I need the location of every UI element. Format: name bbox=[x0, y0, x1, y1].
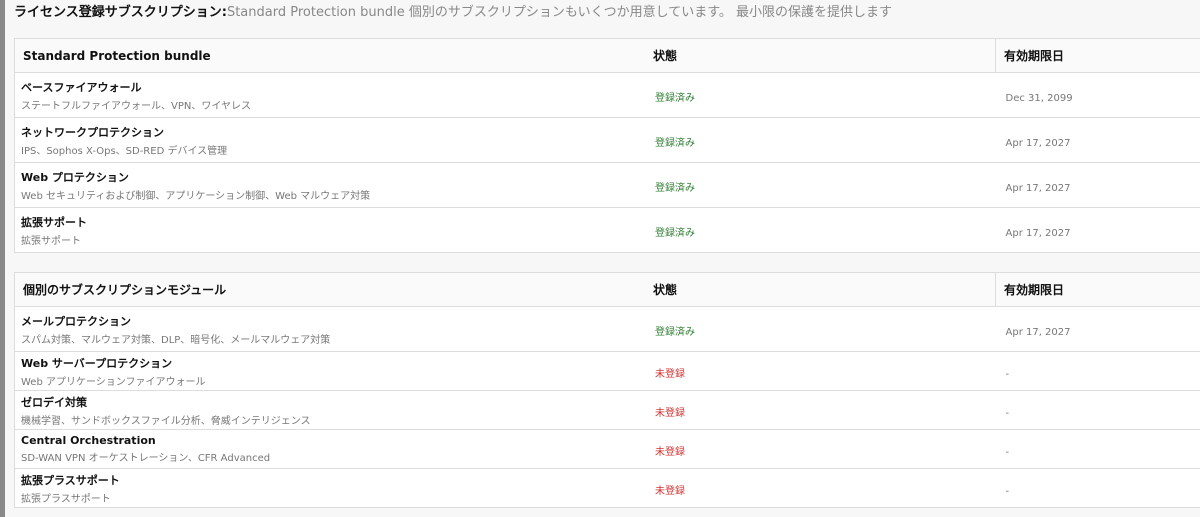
subscription-name: 拡張プラスサポート bbox=[21, 473, 120, 487]
subscription-desc: Web アプリケーションファイアウォール bbox=[21, 376, 206, 388]
subscription-desc: 機械学習、サンドボックスファイル分析、脅威インテリジェンス bbox=[21, 415, 311, 427]
bundle-table: Standard Protection bundle 状態 有効期限日 ベースフ… bbox=[14, 38, 1200, 253]
expiry-date: Apr 17, 2027 bbox=[1005, 137, 1071, 149]
subscription-desc: IPS、Sophos X-Ops、SD-RED デバイス管理 bbox=[21, 145, 228, 157]
expiry-date: - bbox=[1005, 407, 1010, 419]
subscription-name: ゼロデイ対策 bbox=[21, 395, 87, 409]
table-row: ベースファイアウォールステートフルファイアウォール、VPN、ワイヤレス 登録済み… bbox=[14, 72, 1200, 118]
subscription-name: Central Orchestration bbox=[21, 434, 156, 447]
status-text: 登録済み bbox=[655, 326, 695, 338]
status-text: 登録済み bbox=[655, 92, 695, 104]
table-row: 拡張サポート 拡張サポート 登録済み Apr 17, 2027 bbox=[14, 207, 1200, 253]
subscription-desc: 拡張プラスサポート bbox=[21, 493, 111, 505]
status-text: 未登録 bbox=[655, 485, 685, 497]
subscription-desc: 拡張サポート bbox=[21, 235, 81, 247]
page-heading: ライセンス登録サブスクリプション:Standard Protection bun… bbox=[14, 1, 892, 20]
table-row: 拡張プラスサポート 拡張プラスサポート 未登録 - bbox=[14, 468, 1200, 508]
table-row: Central Orchestration SD-WAN VPN オーケストレーシ… bbox=[14, 429, 1200, 469]
heading-label: ライセンス登録サブスクリプション: bbox=[14, 5, 227, 20]
expiry-date: Apr 17, 2027 bbox=[1005, 326, 1071, 338]
expiry-date: Apr 17, 2027 bbox=[1005, 182, 1071, 194]
col-header-status: 状態 bbox=[645, 272, 996, 307]
expiry-date: Apr 17, 2027 bbox=[1005, 227, 1071, 239]
subscription-name: ベースファイアウォール bbox=[21, 80, 142, 94]
status-text: 未登録 bbox=[655, 368, 685, 380]
table-row: ネットワークプロテクション IPS、Sophos X-Ops、SD-RED デバイ… bbox=[14, 117, 1200, 163]
status-text: 登録済み bbox=[655, 227, 695, 239]
status-text: 未登録 bbox=[655, 407, 685, 419]
subscription-name: 拡張サポート bbox=[21, 215, 87, 229]
status-text: 未登録 bbox=[655, 446, 685, 458]
col-header-expiry: 有効期限日 bbox=[995, 38, 1200, 73]
expiry-date: - bbox=[1005, 368, 1010, 380]
col-header-name: Standard Protection bundle bbox=[14, 38, 645, 73]
expiry-date: - bbox=[1005, 485, 1010, 497]
table-row: Web サーバープロテクション Web アプリケーションファイアウォール 未登録 … bbox=[14, 351, 1200, 391]
col-header-expiry: 有効期限日 bbox=[995, 272, 1200, 307]
expiry-date: - bbox=[1005, 446, 1010, 458]
table-row: メールプロテクションスパム対策、マルウェア対策、DLP、暗号化、メールマルウェア… bbox=[14, 306, 1200, 352]
status-text: 登録済み bbox=[655, 182, 695, 194]
subscription-desc: SD-WAN VPN オーケストレーション、CFR Advanced bbox=[21, 453, 271, 464]
col-header-name: 個別のサブスクリプションモジュール bbox=[14, 272, 645, 307]
subscription-desc: スパム対策、マルウェア対策、DLP、暗号化、メールマルウェア対策 bbox=[21, 334, 331, 346]
subscription-name: メールプロテクション bbox=[21, 314, 131, 328]
subscription-name: Web プロテクション bbox=[21, 170, 129, 184]
subscription-name: ネットワークプロテクション bbox=[21, 125, 164, 139]
expiry-date: Dec 31, 2099 bbox=[1005, 92, 1073, 104]
subscription-desc: Web セキュリティおよび制御、アプリケーション制御、Web マルウェア対策 bbox=[21, 190, 371, 202]
subscription-desc: ステートフルファイアウォール、VPN、ワイヤレス bbox=[21, 100, 252, 112]
status-text: 登録済み bbox=[655, 137, 695, 149]
table-row: ゼロデイ対策 機械学習、サンドボックスファイル分析、脅威インテリジェンス 未登録 … bbox=[14, 390, 1200, 430]
heading-text: Standard Protection bundle 個別のサブスクリプションも… bbox=[226, 5, 893, 20]
subscription-name: Web サーバープロテクション bbox=[21, 356, 173, 370]
table-row: Web プロテクション Web セキュリティおよび制御、アプリケーション制御、We… bbox=[14, 162, 1200, 208]
modules-table: 個別のサブスクリプションモジュール 状態 有効期限日 メールプロテクションスパム… bbox=[14, 272, 1200, 508]
left-edge-bar bbox=[0, 0, 5, 517]
col-header-status: 状態 bbox=[645, 38, 996, 73]
